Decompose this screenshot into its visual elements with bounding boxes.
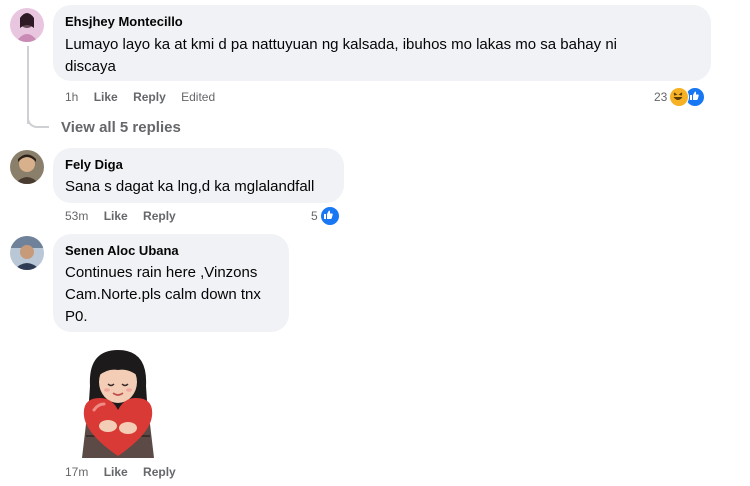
reply-button[interactable]: Reply: [143, 465, 176, 479]
comment-text-line: Lumayo layo ka at kmi d pa nattuyuan ng …: [65, 36, 617, 53]
reaction-summary[interactable]: 23: [654, 87, 706, 107]
avatar-photo: [10, 236, 44, 270]
comment-text-line: Continues rain here ,Vinzons: [65, 264, 258, 281]
comment-text-line: Cam.Norte.pls calm down tnx: [65, 286, 261, 303]
comment-bubble: Fely Diga Sana s dagat ka lng,d ka mglal…: [53, 148, 344, 203]
thread-connector-curve: [27, 112, 49, 128]
comment-author[interactable]: Senen Aloc Ubana: [65, 243, 179, 258]
like-button[interactable]: Like: [104, 465, 128, 479]
avatar-photo: [10, 8, 44, 42]
comment-author[interactable]: Ehsjhey Montecillo: [65, 14, 183, 29]
comment-actions: 17m Like Reply: [65, 465, 176, 479]
haha-icon: [669, 87, 690, 107]
girl-hugging-heart-sticker[interactable]: [68, 346, 168, 458]
view-replies-link[interactable]: View all 5 replies: [61, 119, 181, 136]
comment-time[interactable]: 1h: [65, 90, 78, 104]
comment-time[interactable]: 17m: [65, 465, 88, 479]
avatar-photo: [10, 150, 44, 184]
comment-time[interactable]: 53m: [65, 209, 88, 223]
like-button[interactable]: Like: [94, 90, 118, 104]
comment-bubble: Ehsjhey Montecillo Lumayo layo ka at kmi…: [53, 5, 711, 81]
avatar[interactable]: [10, 236, 44, 270]
comment-actions: 1h Like Reply Edited: [65, 90, 215, 104]
reply-button[interactable]: Reply: [143, 209, 176, 223]
comment-text: Sana s dagat ka lng,d ka mglalandfall: [65, 178, 315, 195]
reaction-count: 5: [311, 209, 318, 223]
edited-label[interactable]: Edited: [181, 90, 215, 104]
reaction-summary[interactable]: 5: [311, 206, 340, 226]
comment-bubble: Senen Aloc Ubana Continues rain here ,Vi…: [53, 234, 289, 332]
comment-text-line: discaya: [65, 58, 116, 75]
comment-text-line: P0.: [65, 308, 88, 325]
reaction-count: 23: [654, 90, 668, 104]
avatar[interactable]: [10, 150, 44, 184]
reply-button[interactable]: Reply: [133, 90, 166, 104]
comment-author[interactable]: Fely Diga: [65, 157, 123, 172]
comment-actions: 53m Like Reply: [65, 209, 176, 223]
like-button[interactable]: Like: [104, 209, 128, 223]
like-icon: [319, 206, 340, 226]
avatar[interactable]: [10, 8, 44, 42]
